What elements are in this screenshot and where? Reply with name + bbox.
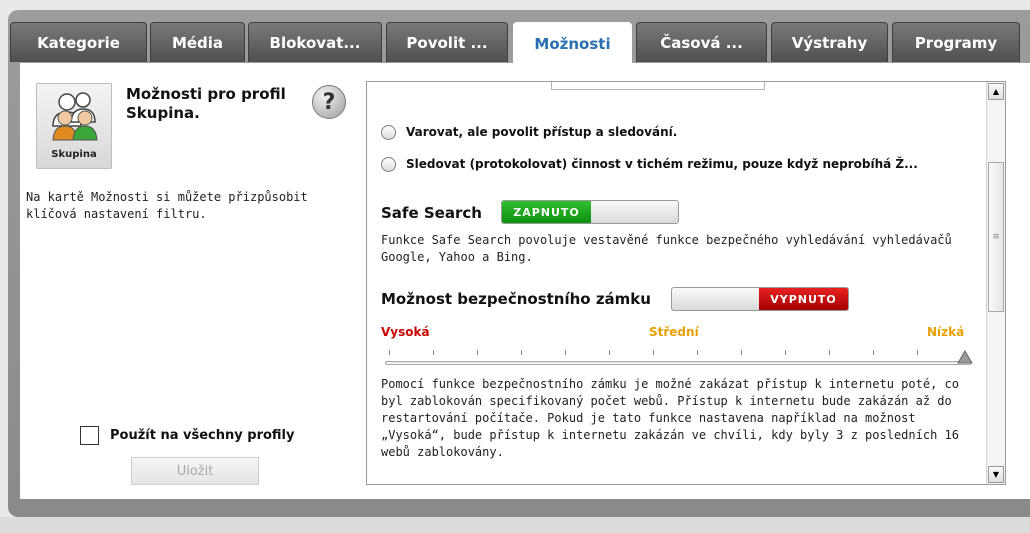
- scroll-thumb[interactable]: ≡: [988, 162, 1004, 312]
- apply-all-checkbox[interactable]: [80, 425, 99, 445]
- slider-tick: [785, 350, 786, 355]
- radio-monitor-silent[interactable]: Sledovat (protokolovat) činnost v tichém…: [381, 154, 918, 174]
- slider-tick: [609, 350, 610, 355]
- radio-button[interactable]: [381, 124, 396, 140]
- slider-handle[interactable]: [957, 350, 973, 364]
- profile-button[interactable]: Skupina: [36, 83, 112, 169]
- slider-tick: [653, 350, 654, 355]
- lock-level-slider[interactable]: [385, 361, 971, 365]
- level-low-label: Nízká: [927, 325, 965, 339]
- level-high-label: Vysoká: [381, 325, 430, 339]
- slider-tick: [521, 350, 522, 355]
- scroll-up-button[interactable]: ▲: [988, 83, 1004, 100]
- radio-monitor-silent-label: Sledovat (protokolovat) činnost v tichém…: [406, 157, 918, 171]
- vertical-scrollbar[interactable]: ▲ ≡ ▼: [986, 82, 1005, 484]
- lock-description: Pomocí funkce bezpečnostního zámku je mo…: [381, 377, 959, 459]
- level-medium-label: Střední: [649, 325, 699, 339]
- safe-search-toggle[interactable]: ZAPNUTO: [501, 200, 679, 224]
- apply-all-label: Použít na všechny profily: [110, 427, 295, 443]
- tab-blokovat[interactable]: Blokovat...: [248, 22, 382, 62]
- tab-povolit[interactable]: Povolit ...: [386, 22, 508, 62]
- slider-tick: [829, 350, 830, 355]
- help-icon[interactable]: ?: [312, 85, 346, 119]
- group-users-icon: [52, 92, 98, 141]
- tab-moznosti[interactable]: Možnosti: [513, 22, 632, 64]
- bottom-strip: [0, 517, 1030, 533]
- tab-casova[interactable]: Časová ...: [636, 22, 767, 62]
- tab-programy[interactable]: Programy: [892, 22, 1020, 62]
- save-button[interactable]: Uložit: [131, 457, 259, 485]
- tab-bar: Kategorie Média Blokovat... Povolit ... …: [10, 22, 1030, 64]
- radio-warn-allow[interactable]: Varovat, ale povolit přístup a sledování…: [381, 122, 677, 142]
- profile-title: Možnosti pro profil Skupina.: [126, 85, 286, 122]
- options-panel: Skupina Možnosti pro profil Skupina. ? N…: [20, 63, 1030, 499]
- slider-tick: [565, 350, 566, 355]
- slider-tick: [873, 350, 874, 355]
- scroll-down-button[interactable]: ▼: [988, 466, 1004, 483]
- slider-tick: [917, 350, 918, 355]
- slider-tick: [741, 350, 742, 355]
- profile-button-label: Skupina: [51, 149, 97, 160]
- tab-media[interactable]: Média: [150, 22, 245, 62]
- lock-toggle[interactable]: VYPNUTO: [671, 287, 849, 311]
- lock-off-label: VYPNUTO: [759, 288, 848, 310]
- profile-description: Na kartě Možnosti si můžete přizpůsobit …: [26, 190, 308, 221]
- slider-tick: [389, 350, 390, 355]
- tab-vystrahy[interactable]: Výstrahy: [771, 22, 888, 62]
- tab-kategorie[interactable]: Kategorie: [10, 22, 147, 62]
- radio-warn-allow-label: Varovat, ale povolit přístup a sledování…: [406, 125, 678, 139]
- safe-search-on-label: ZAPNUTO: [502, 201, 591, 223]
- safe-search-description: Funkce Safe Search povoluje vestavěné fu…: [381, 233, 952, 264]
- slider-tick: [433, 350, 434, 355]
- slider-tick: [477, 350, 478, 355]
- apply-all-row[interactable]: Použít na všechny profily: [80, 425, 295, 445]
- safe-search-title: Safe Search: [381, 204, 482, 222]
- collapsed-frame-fragment: [551, 82, 765, 90]
- lock-title: Možnost bezpečnostního zámku: [381, 290, 651, 308]
- radio-button[interactable]: [381, 156, 396, 172]
- options-scroll-area: Varovat, ale povolit přístup a sledování…: [366, 81, 1006, 485]
- slider-tick: [697, 350, 698, 355]
